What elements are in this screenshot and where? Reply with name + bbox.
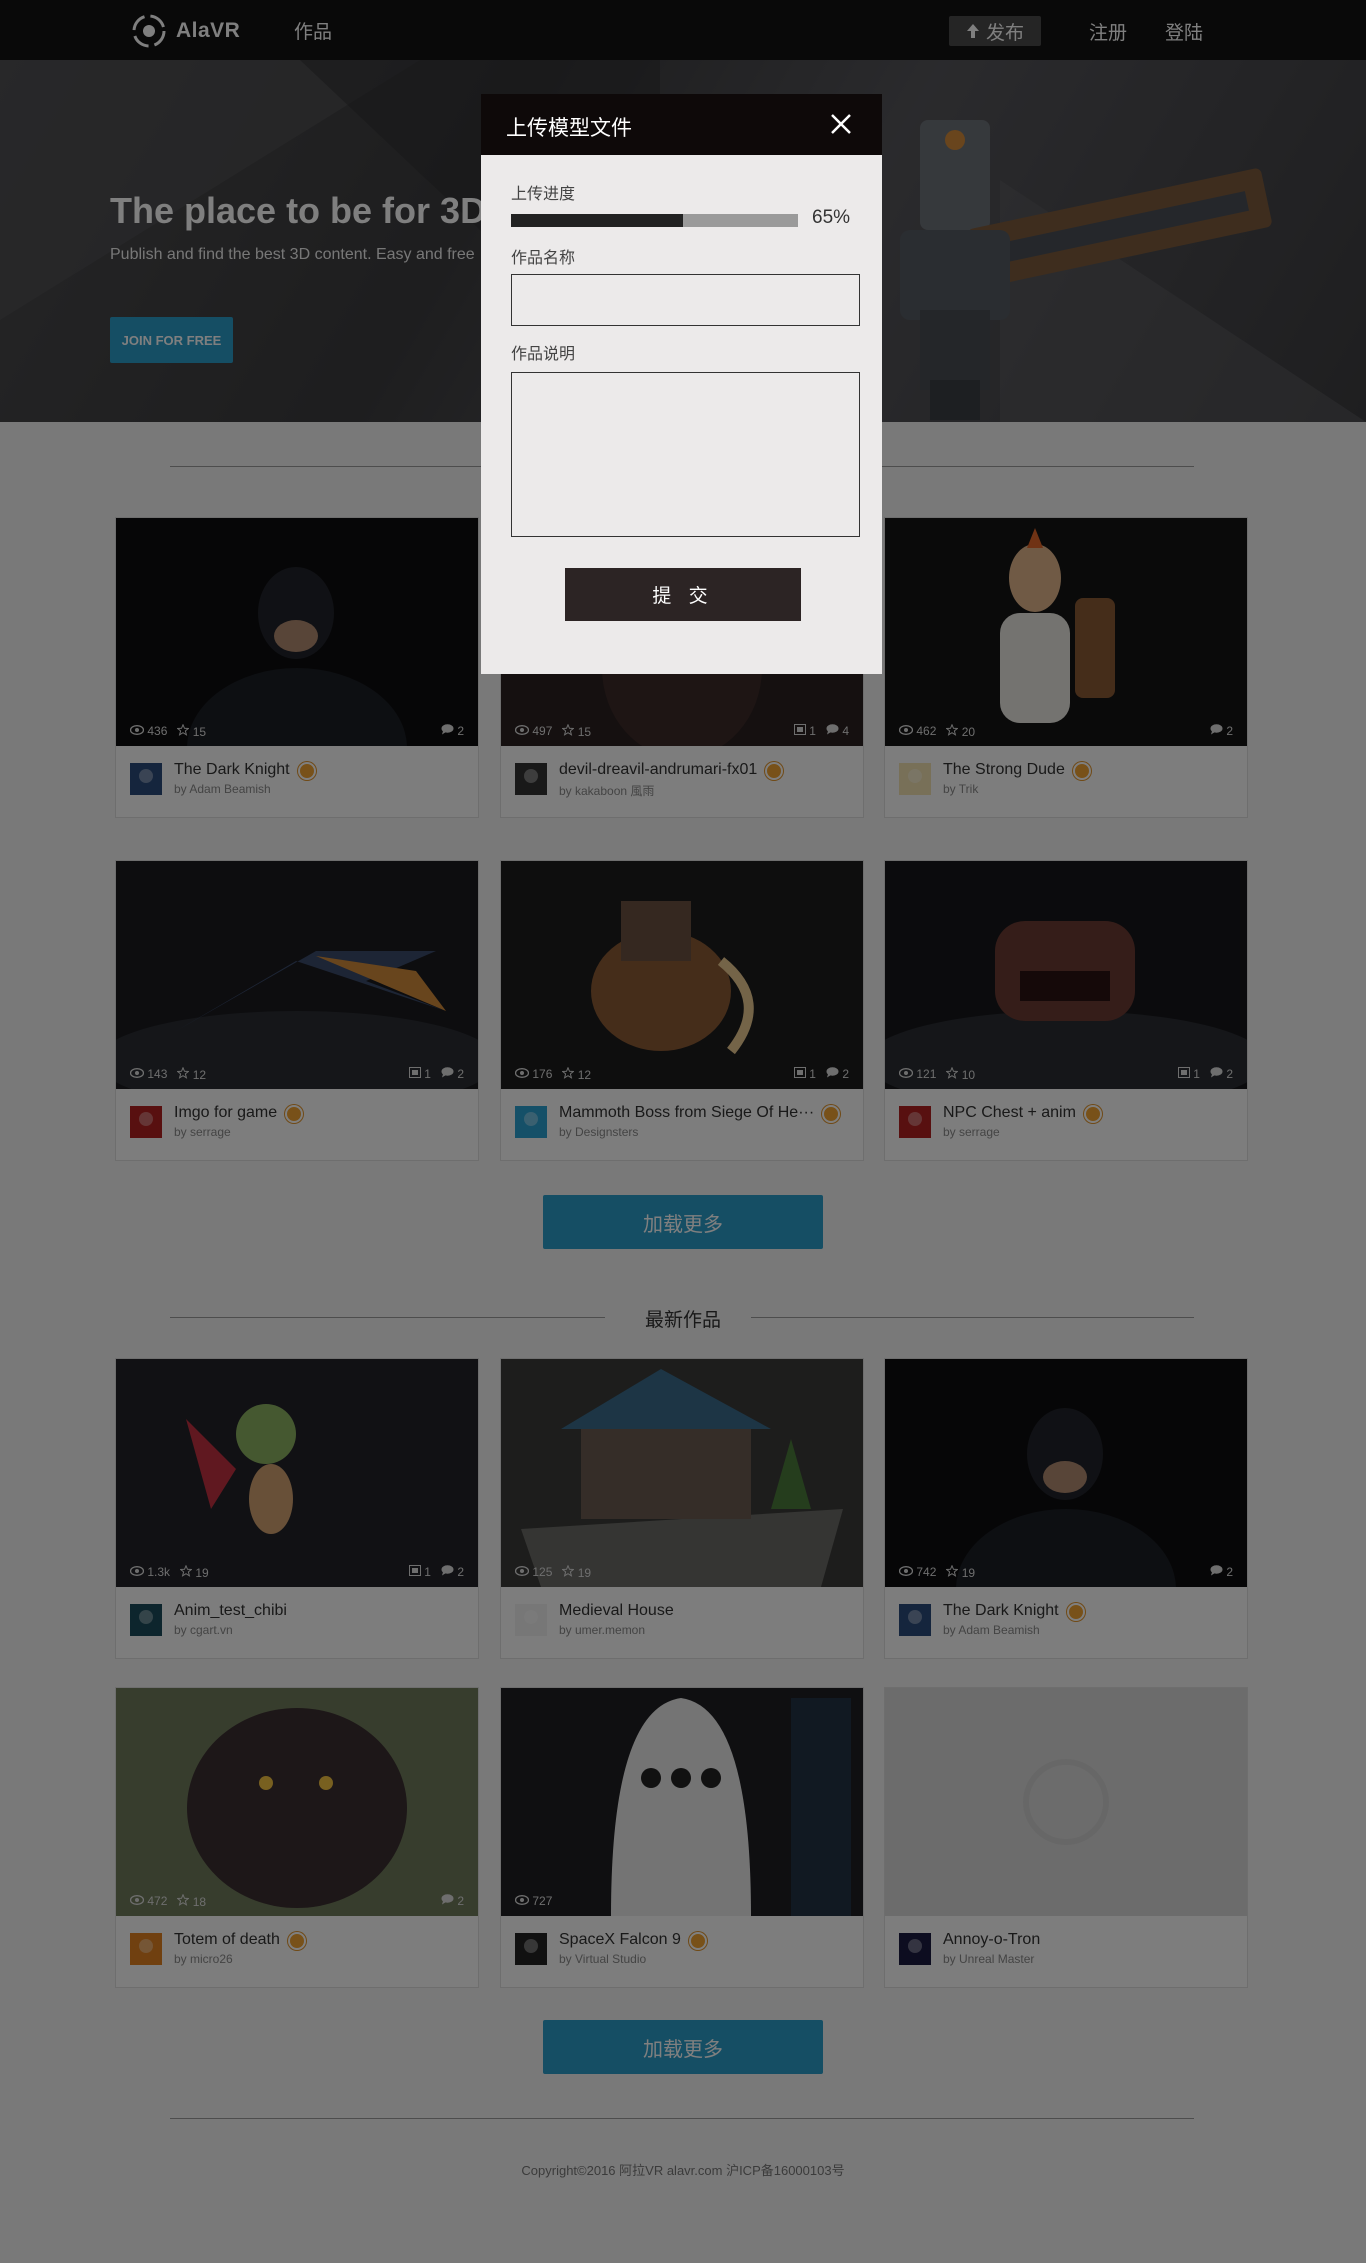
description-label: 作品说明 xyxy=(511,346,576,363)
upload-progress-bar xyxy=(511,214,798,227)
progress-percent: 65% xyxy=(812,207,851,228)
work-description-textarea[interactable] xyxy=(511,372,860,537)
progress-label: 上传进度 xyxy=(511,186,576,203)
close-icon[interactable] xyxy=(825,108,857,140)
submit-button[interactable]: 提 交 xyxy=(565,568,801,621)
work-name-input[interactable] xyxy=(511,274,860,326)
modal-header: 上传模型文件 xyxy=(481,94,882,155)
upload-progress-fill xyxy=(511,214,684,227)
upload-modal: 上传模型文件 上传进度 65% 作品名称 作品说明 提 交 xyxy=(481,94,882,674)
modal-title: 上传模型文件 xyxy=(506,117,632,140)
name-label: 作品名称 xyxy=(511,250,576,267)
